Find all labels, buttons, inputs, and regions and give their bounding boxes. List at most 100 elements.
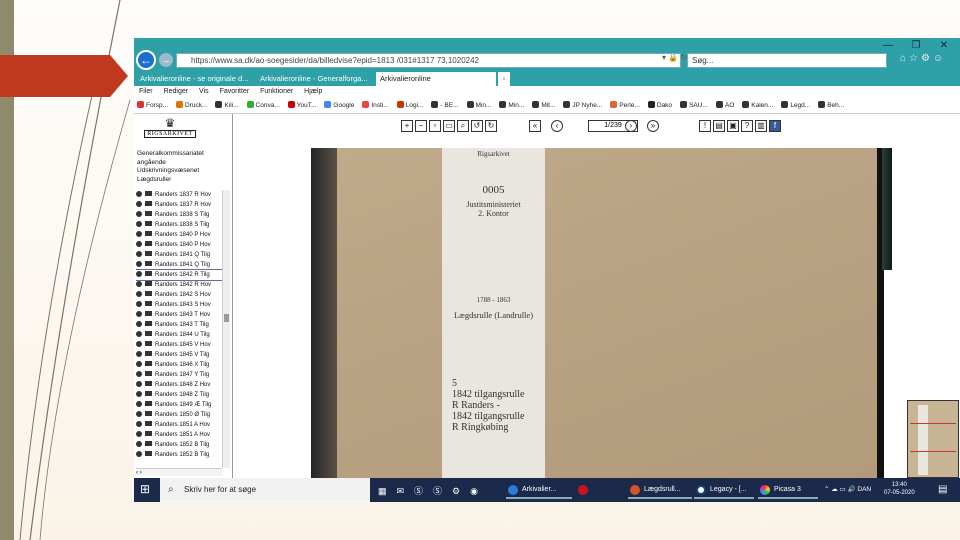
zoom-out-icon[interactable]: −: [415, 120, 427, 132]
expand-icon[interactable]: [136, 271, 142, 277]
toolbar-icons[interactable]: ⌂☆⚙☺: [900, 53, 946, 64]
favorite-item[interactable]: Beh...: [818, 98, 844, 113]
tree-item[interactable]: Randers 1838 S Tilg: [136, 220, 230, 230]
tree-item[interactable]: Randers 1850 Ø Tilg: [136, 410, 230, 420]
tree-item[interactable]: Randers 1841 Q Tilg: [136, 250, 230, 260]
tree-item[interactable]: Randers 1848 Z Tilg: [136, 390, 230, 400]
favorite-item[interactable]: Druck...: [176, 98, 207, 113]
favorite-item[interactable]: Min...: [466, 98, 491, 113]
fit-icon[interactable]: ▫: [429, 120, 441, 132]
expand-icon[interactable]: [136, 221, 142, 227]
tree-item[interactable]: Randers 1840 P Hov: [136, 230, 230, 240]
last-page-icon[interactable]: »: [647, 120, 659, 132]
expand-icon[interactable]: [136, 301, 142, 307]
prev-page-icon[interactable]: ‹: [551, 120, 563, 132]
forward-button[interactable]: →: [159, 53, 173, 67]
tree-item[interactable]: Randers 1843 T Hov: [136, 310, 230, 320]
save-icon[interactable]: ▤: [713, 120, 725, 132]
menu-vis[interactable]: Vis: [199, 88, 209, 95]
taskbar-search[interactable]: Skriv her for at søge: [160, 478, 370, 502]
tree-horizontal-scrollbar[interactable]: ‹ ›: [136, 468, 222, 476]
favorite-item[interactable]: JP Nyhe...: [563, 98, 602, 113]
info-icon[interactable]: ▥: [755, 120, 767, 132]
address-bar[interactable]: https://www.sa.dk/ao-soegesider/da/bille…: [176, 53, 681, 68]
tree-item[interactable]: Randers 1849 Æ Tilg: [136, 400, 230, 410]
tree-item[interactable]: Randers 1852 B Tilg: [136, 450, 230, 460]
expand-icon[interactable]: [136, 381, 142, 387]
tree-item[interactable]: Randers 1840 P Hov: [136, 240, 230, 250]
taskbar-app-edge[interactable]: Arkivalier...: [506, 481, 572, 499]
tree-item[interactable]: Randers 1837 R Hov: [136, 190, 230, 200]
tab-arkivalieronline-1[interactable]: Arkivalieronline - se originale d...: [136, 72, 254, 86]
rotate-right-icon[interactable]: ↻: [485, 120, 497, 132]
favorite-item[interactable]: Conva...: [246, 98, 280, 113]
tree-item[interactable]: Randers 1852 B Tilg: [136, 440, 230, 450]
menu-hjaelp[interactable]: Hjælp: [304, 88, 322, 95]
tree-item[interactable]: Randers 1846 X Tilg: [136, 360, 230, 370]
next-page-icon[interactable]: ›: [625, 120, 637, 132]
expand-icon[interactable]: [136, 401, 142, 407]
expand-icon[interactable]: [136, 211, 142, 217]
menu-funktioner[interactable]: Funktioner: [260, 88, 293, 95]
favorite-item[interactable]: Min...: [499, 98, 524, 113]
favorite-item[interactable]: Legd...: [781, 98, 810, 113]
language-indicator[interactable]: DAN: [857, 486, 871, 493]
tree-item[interactable]: Randers 1844 U Tilg: [136, 330, 230, 340]
expand-icon[interactable]: [136, 281, 142, 287]
expand-icon[interactable]: [136, 411, 142, 417]
favorite-item[interactable]: Kili...: [215, 98, 239, 113]
favorite-item[interactable]: Mit...: [532, 98, 555, 113]
taskbar-app-picasa[interactable]: Picasa 3: [758, 481, 818, 499]
favorite-item[interactable]: - BE...: [431, 98, 459, 113]
help-icon[interactable]: ?: [741, 120, 753, 132]
facebook-icon[interactable]: f: [769, 120, 781, 132]
tab-arkivalieronline-2[interactable]: Arkivalieronline - Generalforga...: [256, 72, 374, 86]
expand-icon[interactable]: [136, 431, 142, 437]
tree-item[interactable]: Randers 1838 S Tilg: [136, 210, 230, 220]
expand-icon[interactable]: [136, 251, 142, 257]
expand-icon[interactable]: [136, 231, 142, 237]
tree-item[interactable]: Randers 1851 A Hov: [136, 420, 230, 430]
favorite-item[interactable]: Google: [324, 98, 354, 113]
favorite-item[interactable]: Dako: [647, 98, 672, 113]
expand-icon[interactable]: [136, 311, 142, 317]
expand-icon[interactable]: [136, 341, 142, 347]
tree-item[interactable]: Randers 1845 V Hov: [136, 340, 230, 350]
tree-item[interactable]: Randers 1842 R Hov: [136, 280, 230, 290]
favorite-item[interactable]: SAU...: [680, 98, 708, 113]
expand-icon[interactable]: [136, 261, 142, 267]
new-tab-button[interactable]: ▫: [498, 72, 510, 86]
tree-scrollbar[interactable]: [222, 190, 230, 468]
first-page-icon[interactable]: «: [529, 120, 541, 132]
windows-start-icon[interactable]: ⊞: [140, 483, 152, 495]
document-image[interactable]: Rigsarkivet 0005 Justitsministeriet 2. K…: [311, 148, 884, 478]
fit-width-icon[interactable]: ▭: [443, 120, 455, 132]
clock[interactable]: 13:40 07-05-2020: [884, 481, 915, 497]
tree-item[interactable]: Randers 1842 S Hov: [136, 290, 230, 300]
tree-item[interactable]: Randers 1841 Q Tilg: [136, 260, 230, 270]
expand-icon[interactable]: [136, 321, 142, 327]
favorite-item[interactable]: YouT...: [287, 98, 316, 113]
back-button[interactable]: ←: [136, 50, 156, 70]
thumbnail-navigator[interactable]: [907, 400, 959, 478]
menu-favoritter[interactable]: Favoritter: [220, 88, 250, 95]
search-input[interactable]: Søg...: [687, 53, 887, 68]
tree-item[interactable]: Randers 1837 R Hov: [136, 200, 230, 210]
favorite-item[interactable]: Kalen...: [742, 98, 773, 113]
tree-item[interactable]: Randers 1847 Y Tilg: [136, 370, 230, 380]
rotate-left-icon[interactable]: ↺: [471, 120, 483, 132]
favorite-item[interactable]: Insti...: [362, 98, 389, 113]
expand-icon[interactable]: [136, 191, 142, 197]
tree-item[interactable]: Randers 1843 S Hov: [136, 300, 230, 310]
taskbar-app-legacy[interactable]: Legacy - [...: [694, 481, 754, 499]
print-icon[interactable]: ▣: [727, 120, 739, 132]
expand-icon[interactable]: [136, 351, 142, 357]
favorite-item[interactable]: Logi...: [396, 98, 423, 113]
magnifier-icon[interactable]: ⌕: [457, 120, 469, 132]
taskbar-app-opera[interactable]: [576, 481, 592, 499]
tree-item[interactable]: Randers 1848 Z Hov: [136, 380, 230, 390]
favorite-item[interactable]: AO: [715, 98, 734, 113]
system-tray[interactable]: ⌃ ☁ ▭ 🔊 DAN: [824, 478, 871, 502]
expand-icon[interactable]: [136, 391, 142, 397]
expand-icon[interactable]: [136, 361, 142, 367]
